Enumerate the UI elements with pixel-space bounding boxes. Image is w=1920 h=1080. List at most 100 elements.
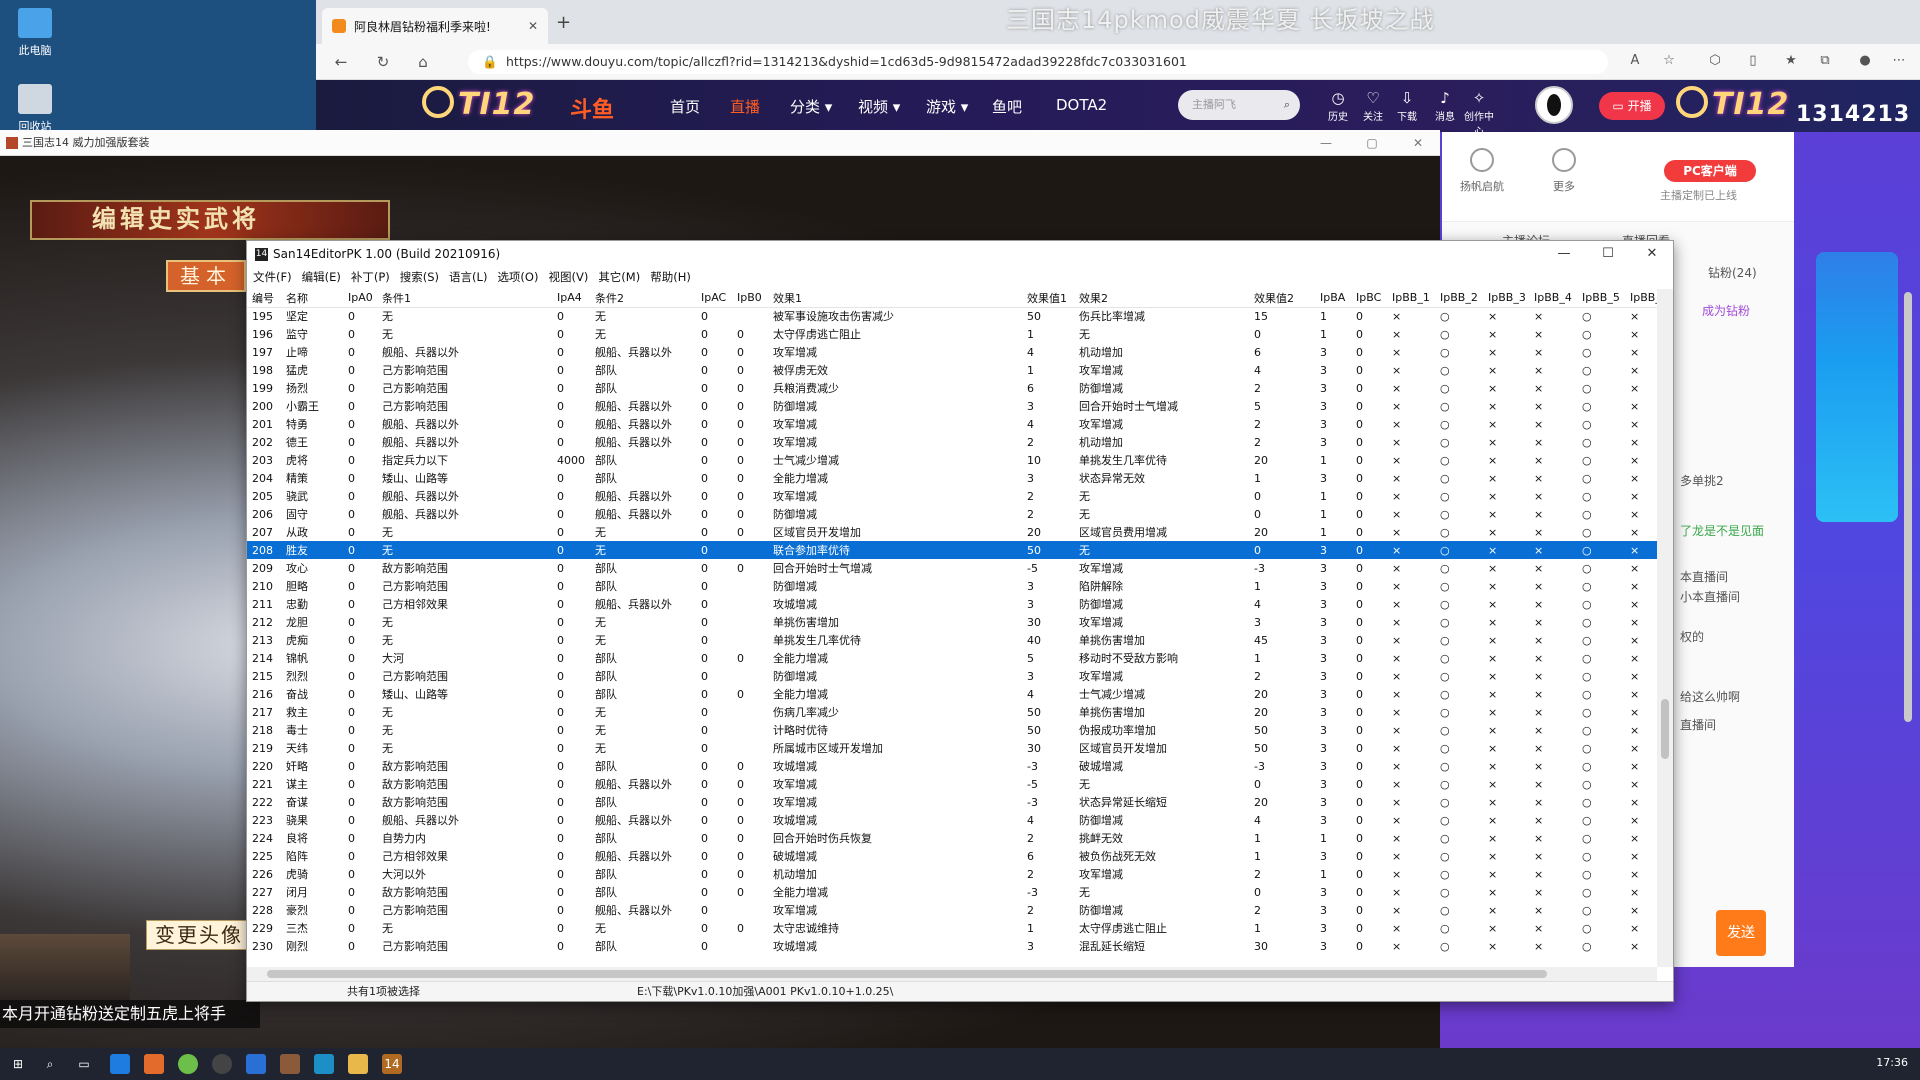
sail-tool[interactable]: 扬帆启航 xyxy=(1452,148,1512,194)
table-cell[interactable]: 0 xyxy=(696,307,732,325)
table-cell[interactable]: 3 xyxy=(1315,613,1351,631)
table-cell[interactable]: 攻军增减 xyxy=(768,415,1022,433)
table-cell[interactable]: 0 xyxy=(732,397,768,415)
table-cell[interactable]: 4 xyxy=(1022,685,1074,703)
table-cell[interactable]: ○ xyxy=(1435,865,1483,883)
table-cell[interactable]: × xyxy=(1625,433,1657,451)
table-cell[interactable]: 大河以外 xyxy=(377,865,552,883)
table-cell[interactable]: × xyxy=(1529,775,1577,793)
table-cell[interactable]: 0 xyxy=(552,847,590,865)
table-cell[interactable]: 无 xyxy=(590,523,696,541)
table-cell[interactable]: 太守俘虏逃亡阻止 xyxy=(1074,919,1249,937)
table-cell[interactable]: 3 xyxy=(1315,577,1351,595)
table-cell[interactable]: × xyxy=(1387,433,1435,451)
table-cell[interactable]: 全能力增减 xyxy=(768,685,1022,703)
table-cell[interactable]: 3 xyxy=(1315,793,1351,811)
table-cell[interactable]: 区域官员费用增减 xyxy=(1074,523,1249,541)
table-cell[interactable]: 1 xyxy=(1022,919,1074,937)
table-cell[interactable]: 己方影响范围 xyxy=(377,577,552,595)
table-cell[interactable]: 虎将 xyxy=(281,451,343,469)
table-cell[interactable]: 218 xyxy=(247,721,281,739)
menu-edit[interactable]: 编辑(E) xyxy=(302,267,341,287)
table-cell[interactable]: ○ xyxy=(1435,919,1483,937)
table-cell[interactable]: -3 xyxy=(1249,757,1315,775)
table-cell[interactable]: 0 xyxy=(552,685,590,703)
table-cell[interactable]: × xyxy=(1483,703,1529,721)
table-cell[interactable]: 攻城增减 xyxy=(768,937,1022,955)
table-row[interactable]: 203 虎将 0 指定兵力以下 4000 部队 0 0 士气减少增减 10 单挑发生几率优待 20 1 0… xyxy=(247,451,1657,469)
column-header[interactable]: 条件1 xyxy=(377,289,552,308)
nav-live[interactable]: 直播 xyxy=(730,96,760,117)
table-cell[interactable]: 3 xyxy=(1022,595,1074,613)
url-field[interactable]: 🔒 https://www.douyu.com/topic/allczfl?ri… xyxy=(468,50,1608,74)
table-cell[interactable]: × xyxy=(1387,415,1435,433)
table-cell[interactable]: 2 xyxy=(1249,379,1315,397)
table-cell[interactable]: 0 xyxy=(1351,523,1387,541)
table-cell[interactable]: × xyxy=(1625,613,1657,631)
table-cell[interactable]: 伤兵比率增减 xyxy=(1074,307,1249,325)
table-cell[interactable]: ○ xyxy=(1435,883,1483,901)
table-cell[interactable]: × xyxy=(1483,811,1529,829)
table-cell[interactable]: 0 xyxy=(343,559,377,577)
table-cell[interactable]: 1 xyxy=(1315,487,1351,505)
table-cell[interactable]: 部队 xyxy=(590,793,696,811)
table-cell[interactable]: 攻军增减 xyxy=(768,487,1022,505)
table-cell[interactable]: 0 xyxy=(1351,919,1387,937)
table-cell[interactable]: 45 xyxy=(1249,631,1315,649)
table-cell[interactable]: 0 xyxy=(1351,703,1387,721)
table-cell[interactable]: 0 xyxy=(696,397,732,415)
table-cell[interactable]: × xyxy=(1529,595,1577,613)
table-cell[interactable]: × xyxy=(1625,469,1657,487)
table-cell[interactable]: × xyxy=(1529,649,1577,667)
table-cell[interactable]: × xyxy=(1483,379,1529,397)
table-cell[interactable]: × xyxy=(1625,721,1657,739)
table-cell[interactable]: 0 xyxy=(732,469,768,487)
table-cell[interactable]: ○ xyxy=(1435,757,1483,775)
table-cell[interactable]: 毒士 xyxy=(281,721,343,739)
table-cell[interactable]: × xyxy=(1625,739,1657,757)
table-cell[interactable]: 5 xyxy=(1022,649,1074,667)
column-header[interactable]: IpAC xyxy=(696,289,732,308)
table-cell[interactable]: 1 xyxy=(1249,847,1315,865)
table-cell[interactable]: 奋谋 xyxy=(281,793,343,811)
table-cell[interactable]: 部队 xyxy=(590,685,696,703)
table-cell[interactable]: 3 xyxy=(1315,721,1351,739)
home-icon[interactable]: ⌂ xyxy=(412,51,434,73)
table-cell[interactable]: 10 xyxy=(1022,451,1074,469)
table-cell[interactable]: 舰船、兵器以外 xyxy=(590,775,696,793)
table-cell[interactable] xyxy=(732,577,768,595)
table-cell[interactable]: 0 xyxy=(696,865,732,883)
table-cell[interactable]: × xyxy=(1625,577,1657,595)
table-cell[interactable]: 0 xyxy=(343,505,377,523)
table-cell[interactable]: 1 xyxy=(1249,919,1315,937)
table-cell[interactable]: 0 xyxy=(732,775,768,793)
table-cell[interactable]: 谋主 xyxy=(281,775,343,793)
table-cell[interactable]: 敌方影响范围 xyxy=(377,775,552,793)
table-row[interactable]: 197 止啼 0 舰船、兵器以外 0 舰船、兵器以外 0 0 攻军增减 4 机动增加 6 3 0 × ○ × × ○… xyxy=(247,343,1657,361)
table-cell[interactable]: × xyxy=(1529,883,1577,901)
table-cell[interactable]: 0 xyxy=(343,451,377,469)
table-cell[interactable]: × xyxy=(1625,757,1657,775)
table-cell[interactable]: 被军事设施攻击伤害减少 xyxy=(768,307,1022,325)
table-cell[interactable]: × xyxy=(1529,361,1577,379)
table-cell[interactable]: 0 xyxy=(1351,793,1387,811)
table-cell[interactable]: 无 xyxy=(377,919,552,937)
table-cell[interactable]: × xyxy=(1625,307,1657,325)
table-cell[interactable]: × xyxy=(1387,847,1435,865)
table-cell[interactable]: 攻军增减 xyxy=(1074,613,1249,631)
table-cell[interactable]: 0 xyxy=(552,613,590,631)
table-cell[interactable]: 舰船、兵器以外 xyxy=(590,901,696,919)
table-cell[interactable]: 己方影响范围 xyxy=(377,361,552,379)
table-cell[interactable]: 0 xyxy=(552,829,590,847)
table-row[interactable]: 216 奋战 0 矮山、山路等 0 部队 0 0 全能力增减 4 士气减少增减 20 3 0 × ○ × × ○ × xyxy=(247,685,1657,703)
favorites-icon[interactable]: ★ xyxy=(1782,53,1800,71)
table-cell[interactable]: × xyxy=(1387,307,1435,325)
table-cell[interactable]: × xyxy=(1529,451,1577,469)
table-cell[interactable]: 227 xyxy=(247,883,281,901)
table-cell[interactable]: × xyxy=(1529,433,1577,451)
table-cell[interactable]: 救主 xyxy=(281,703,343,721)
table-cell[interactable]: 指定兵力以下 xyxy=(377,451,552,469)
table-cell[interactable]: 防御增减 xyxy=(1074,901,1249,919)
table-cell[interactable]: 无 xyxy=(590,721,696,739)
table-cell[interactable]: 6 xyxy=(1022,847,1074,865)
